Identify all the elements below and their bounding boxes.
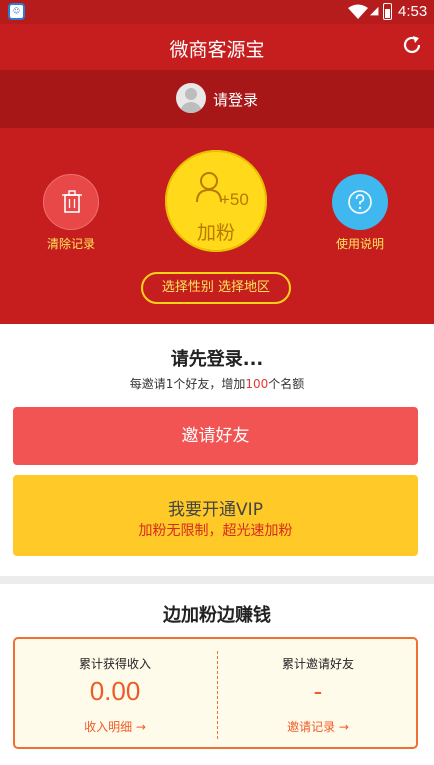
vip-subtitle: 加粉无限制，超光速加粉	[138, 523, 293, 539]
vip-button[interactable]: 我要开通VIP 加粉无限制，超光速加粉	[13, 475, 418, 556]
invite-quota-prefix: 每邀请1个好友，增加	[129, 377, 246, 391]
app-title: 微商客源宝	[169, 39, 265, 61]
login-prompt-section: 请先登录... 每邀请1个好友，增加100个名额 邀请好友 我要开通VIP 加粉…	[0, 324, 434, 576]
income-value: 0.00	[89, 676, 141, 706]
trash-icon	[62, 190, 82, 213]
invite-quota-suffix: 个名额	[268, 377, 305, 391]
fans-bonus: +50	[220, 190, 249, 209]
help-button[interactable]	[332, 174, 388, 230]
gender-region-filter-button[interactable]: 选择性别 选择地区	[141, 272, 291, 304]
invite-friends-button[interactable]: 邀请好友	[13, 407, 418, 465]
invite-quota-note: 每邀请1个好友，增加100个名额	[0, 375, 434, 392]
income-label: 累计获得收入	[78, 657, 151, 671]
login-bar[interactable]: 请登录	[0, 70, 434, 128]
app-notification-icon: ☺	[8, 3, 25, 20]
invite-records-link[interactable]: 邀请记录 →	[218, 718, 418, 735]
earnings-stats-card: 累计获得收入 0.00 收入明细 → 累计邀请好友 - 邀请记录 →	[13, 637, 418, 749]
friends-stat: 累计邀请好友 - 邀请记录 →	[218, 639, 418, 747]
signal-icon: ◢	[370, 4, 379, 17]
section-divider	[0, 576, 434, 584]
refresh-icon[interactable]	[400, 33, 424, 57]
app-bar: 微商客源宝	[0, 24, 434, 70]
login-prompt-title: 请先登录...	[170, 349, 264, 370]
clock: 4:53	[398, 3, 428, 20]
login-label: 请登录	[213, 91, 259, 109]
earn-title: 边加粉边赚钱	[163, 605, 271, 626]
clear-records-label[interactable]: 清除记录	[30, 235, 112, 252]
invite-quota-number: 100	[245, 377, 269, 391]
add-fans-button[interactable]: +50 加粉	[165, 150, 267, 252]
vip-title: 我要开通VIP	[168, 500, 263, 520]
friends-value: -	[313, 676, 323, 706]
add-fans-label: 加粉	[196, 222, 235, 244]
avatar	[176, 83, 206, 113]
income-stat: 累计获得收入 0.00 收入明细 →	[15, 639, 215, 747]
earn-section: 边加粉边赚钱 累计获得收入 0.00 收入明细 → 累计邀请好友 - 邀请记录 …	[0, 584, 434, 765]
question-icon	[348, 190, 372, 214]
status-bar: ☺ ◢ 4:53	[0, 0, 434, 24]
income-details-link[interactable]: 收入明细 →	[15, 718, 215, 735]
clear-records-button[interactable]	[43, 174, 99, 230]
help-label[interactable]: 使用说明	[319, 235, 401, 252]
battery-icon	[383, 3, 392, 20]
friends-label: 累计邀请好友	[281, 657, 354, 671]
hero-panel: 清除记录 +50 加粉 使用说明 选择性别 选择地区	[0, 128, 434, 324]
wifi-icon	[348, 4, 368, 19]
